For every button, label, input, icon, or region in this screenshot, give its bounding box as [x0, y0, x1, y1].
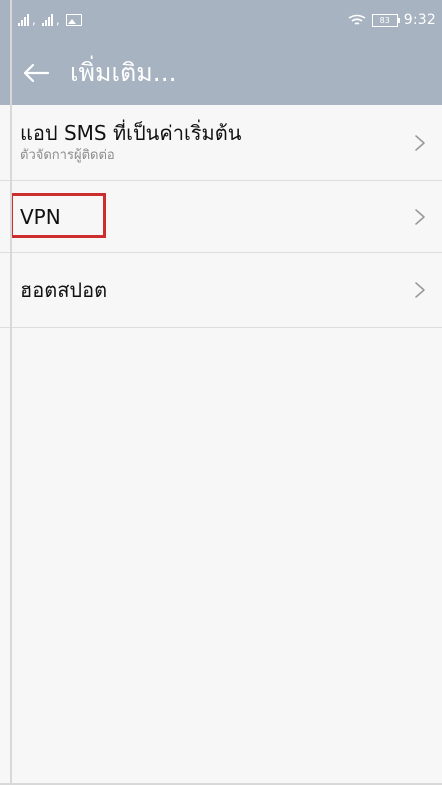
app-header: เพิ่มเติม... — [0, 40, 442, 105]
image-icon — [65, 14, 82, 26]
chevron-right-icon — [415, 282, 425, 298]
phone-screen: , , 83 9:32 เพิ่มเติม... แอป SMS ที่เป็น… — [0, 0, 442, 785]
signal-icon — [18, 14, 29, 26]
battery-level: 83 — [379, 15, 390, 25]
page-title: เพิ่มเติม... — [70, 58, 177, 87]
signal-separator-icon: , — [32, 13, 36, 27]
wifi-icon — [348, 14, 366, 25]
battery-icon: 83 — [371, 13, 400, 27]
signal-icon — [41, 14, 53, 26]
chevron-right-icon — [415, 208, 425, 225]
status-bar: , , 83 9:32 — [0, 0, 442, 40]
list-item-title: ฮอตสปอต — [20, 278, 108, 302]
list-item-title: VPN — [20, 204, 61, 229]
list-item-hotspot[interactable]: ฮอตสปอต — [0, 253, 442, 328]
list-item-vpn[interactable]: VPN — [0, 181, 442, 253]
settings-list: แอป SMS ที่เป็นค่าเริ่มต้น ตัวจัดการผู้ต… — [0, 105, 442, 785]
left-frame-edge — [10, 0, 12, 785]
list-item-text: แอป SMS ที่เป็นค่าเริ่มต้น ตัวจัดการผู้ต… — [20, 122, 241, 164]
list-item-title: แอป SMS ที่เป็นค่าเริ่มต้น — [20, 120, 242, 145]
back-arrow-icon — [23, 63, 50, 82]
status-right-icons: 83 9:32 — [348, 13, 436, 27]
list-item-subtitle: ตัวจัดการผู้ติดต่อ — [20, 147, 115, 163]
status-left-icons: , , — [18, 14, 82, 26]
list-item-text: ฮอตสปอต — [20, 279, 107, 301]
chevron-right-icon — [415, 134, 425, 151]
signal-separator-icon: , — [55, 13, 60, 27]
list-item-text: VPN — [20, 206, 61, 228]
list-item-default-sms-app[interactable]: แอป SMS ที่เป็นค่าเริ่มต้น ตัวจัดการผู้ต… — [0, 105, 442, 181]
status-time: 9:32 — [403, 12, 436, 28]
back-button[interactable] — [20, 57, 52, 89]
